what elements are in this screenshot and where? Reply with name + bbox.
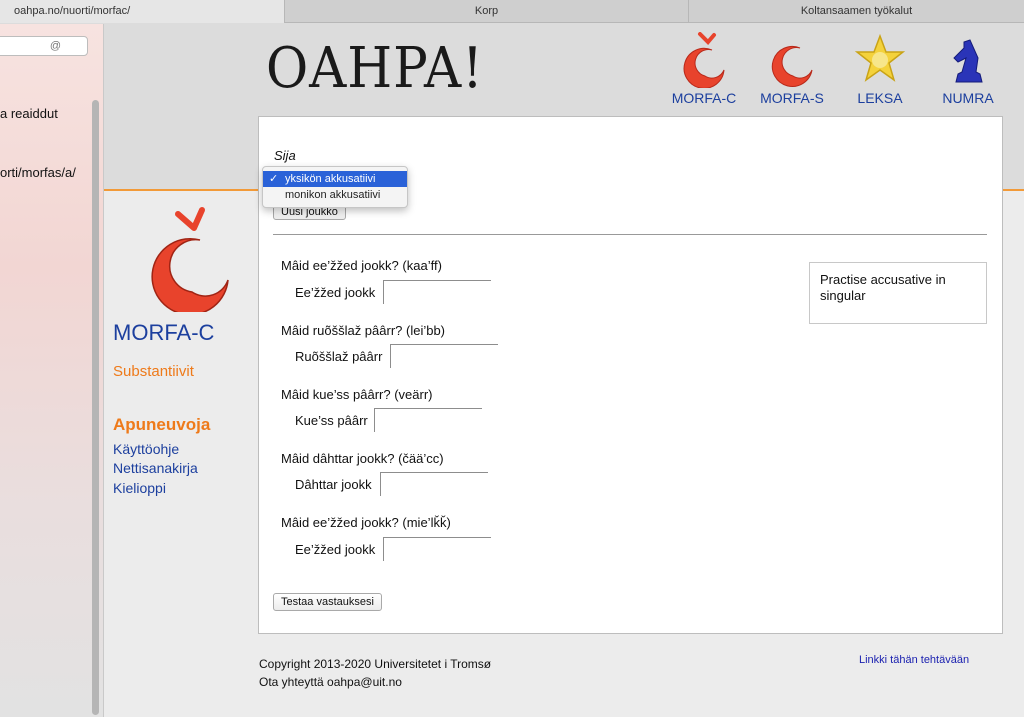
panel-search-field[interactable]: @ [0, 36, 88, 56]
panel-list-item[interactable]: a reaiddut [0, 106, 58, 121]
answer-prompt: Kue’ss pâârr [295, 413, 368, 428]
morfa-s-icon [771, 45, 813, 87]
section-subtitle-link[interactable]: Substantiivit [113, 363, 194, 380]
numra-knight-icon [953, 39, 983, 83]
contact-line: Ota yhteyttä oahpa@uit.no [259, 675, 402, 689]
aid-link-user-guide[interactable]: Käyttöohje [113, 441, 179, 457]
answer-prompt: Ruõššlaž pâârr [295, 349, 383, 364]
section-title: MORFA-C [113, 320, 215, 345]
answer-prompt: Dâhttar jookk [295, 477, 372, 492]
nav-leksa[interactable]: LEKSA [840, 32, 920, 106]
aid-link-grammar[interactable]: Kielioppi [113, 480, 166, 496]
nav-morfa-s[interactable]: MORFA-S [752, 32, 832, 106]
tab-koltansaamen-tyokalut[interactable]: Koltansaamen työkalut [689, 0, 1024, 23]
morfa-c-icon [683, 32, 725, 88]
nav-label: MORFA-C [671, 90, 737, 106]
info-box: Practise accusative in singular [809, 262, 987, 324]
divider [273, 234, 987, 235]
answer-input[interactable] [374, 408, 482, 432]
check-answers-button[interactable]: Testaa vastauksesi [273, 593, 382, 611]
nav-morfa-c[interactable]: MORFA-C [664, 32, 744, 106]
question-text: Mâid dâhttar jookk? (čää’cc) [281, 451, 444, 466]
task-link[interactable]: Linkki tähän tehtävään [859, 654, 969, 666]
question-text: Mâid ruõššlaž pâârr? (lei’bb) [281, 323, 446, 338]
case-option-plural[interactable]: monikon akkusatiivi [263, 187, 407, 203]
aids-heading: Apuneuvoja [113, 415, 211, 434]
oahpa-logo[interactable]: OAHPA! [266, 36, 484, 101]
nav-label: MORFA-S [760, 90, 824, 106]
answer-input[interactable] [383, 280, 491, 304]
nav-label: LEKSA [857, 90, 903, 106]
copyright-line: Copyright 2013-2020 Universitetet i Trom… [259, 657, 492, 671]
tab-korp[interactable]: Korp [285, 0, 689, 23]
browser-tab-strip: oahpa.no/nuorti/morfac/ Korp Koltansaame… [0, 0, 1024, 23]
case-label: Sija [274, 148, 296, 163]
exercise-panel: Sija ✓ yksikön akkusatiivi monikon akkus… [258, 116, 1003, 634]
web-page: OAHPA! MORFA-C MORFA-S LEKSA NUMRA MORFA… [104, 24, 1024, 717]
footer-text: Copyright 2013-2020 Universitetet i Trom… [259, 655, 491, 691]
answer-input[interactable] [380, 472, 488, 496]
nav-label: NUMRA [942, 90, 994, 106]
nav-numra[interactable]: NUMRA [928, 32, 1008, 106]
tab-oahpa[interactable]: oahpa.no/nuorti/morfac/ [0, 0, 285, 23]
question-text: Mâid ee’žžed jookk? (kaa’ff) [281, 258, 442, 273]
overlay-side-panel: @ a reaiddut orti/morfas/a/ [0, 24, 104, 717]
aid-link-dictionary[interactable]: Nettisanakirja [113, 460, 198, 476]
panel-scrollbar[interactable] [92, 100, 99, 715]
case-option-singular[interactable]: ✓ yksikön akkusatiivi [263, 171, 407, 187]
case-select-dropdown[interactable]: ✓ yksikön akkusatiivi monikon akkusatiiv… [262, 166, 408, 208]
answer-input[interactable] [383, 537, 491, 561]
checkmark-icon: ✓ [269, 173, 279, 185]
answer-prompt: Ee’žžed jookk [295, 285, 376, 300]
panel-list-item[interactable]: orti/morfas/a/ [0, 165, 76, 180]
answer-input[interactable] [390, 344, 498, 368]
leksa-star-icon [854, 33, 906, 82]
answer-prompt: Ee’žžed jookk [295, 542, 376, 557]
question-text: Mâid kue’ss pâârr? (veärr) [281, 387, 433, 402]
question-text: Mâid ee’žžed jookk? (mie’lǩǩ) [281, 515, 451, 530]
morfa-c-large-icon [151, 207, 229, 312]
